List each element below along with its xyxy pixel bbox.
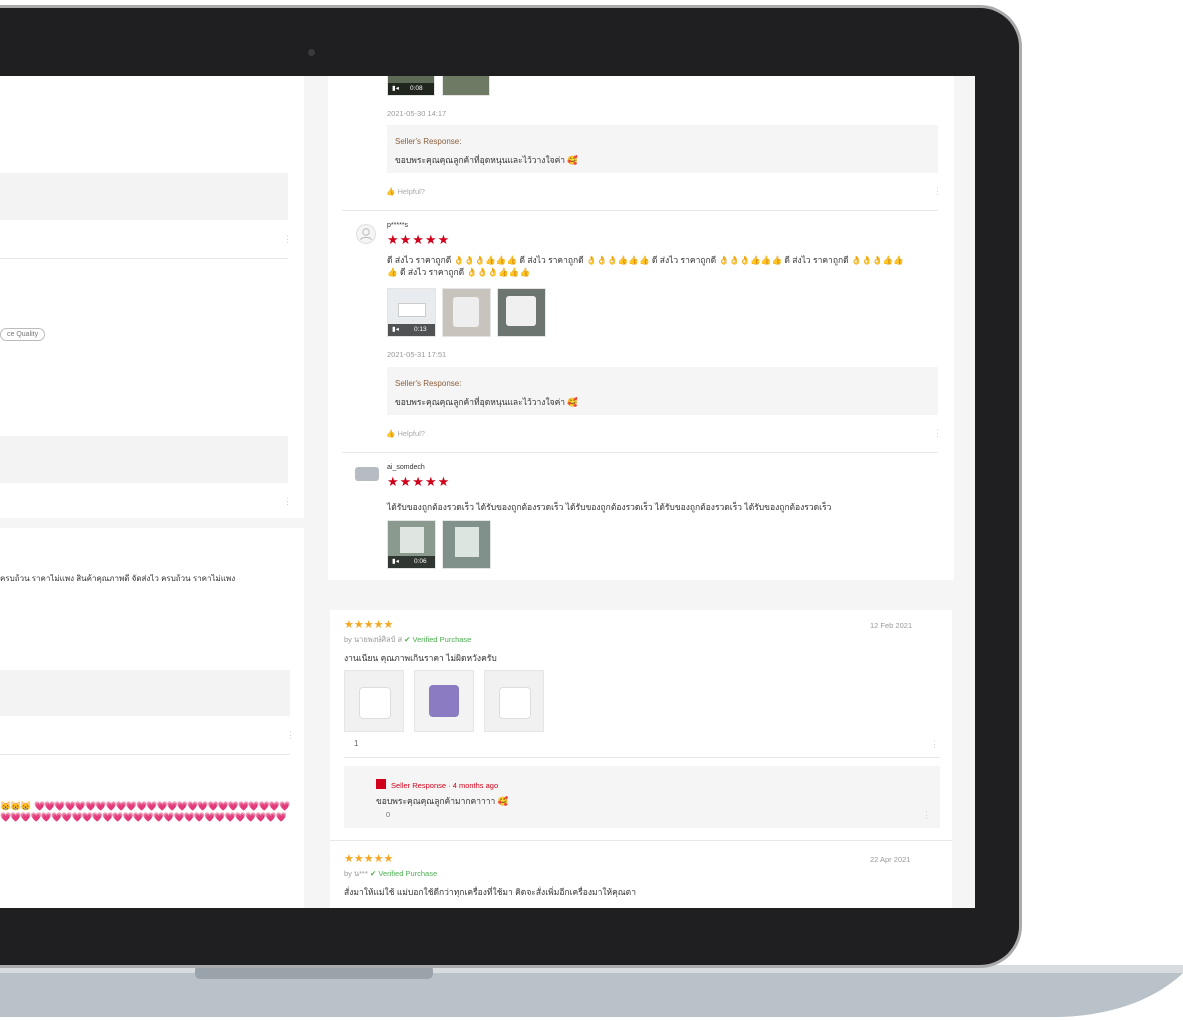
review-text: ครบถ้วน ราคาไม่แพง สินค้าคุณภาพดี จัดส่ง… — [0, 574, 236, 583]
review-video-thumb[interactable]: ▮◂ 0:06 — [387, 520, 436, 569]
verified-check-icon: ✔ — [404, 635, 413, 644]
rating-stars: ★★★★★ — [344, 853, 394, 865]
thumbs-up-icon: 👍 — [386, 429, 398, 438]
tag-pill[interactable]: ce Quality — [0, 328, 46, 341]
hearts-row-1: 💗💗💗💗💗💗💗💗💗💗💗💗💗💗💗💗💗💗💗💗💗💗💗💗💗 — [34, 801, 290, 811]
thumbs-up-icon: 👍 — [386, 187, 398, 196]
review-date: 2021-05-31 17:51 — [387, 350, 447, 359]
reviewer-name: by นายพงษ์ศิลป์ ส — [344, 635, 403, 644]
more-options-icon[interactable]: ⋮ — [922, 810, 931, 821]
seller-response-box: Seller's Response: ขอบพระคุณคุณลูกค้าที่… — [387, 125, 938, 173]
more-options-icon[interactable]: ⋮ — [283, 496, 292, 507]
rating-stars: ★★★★★ — [387, 474, 451, 489]
lazada-review-list: ★★★★★ 12 Feb 2021 by นายพงษ์ศิลป์ ส ✔ Ve… — [330, 610, 952, 908]
left-seller-response-box-3 — [0, 670, 290, 716]
seller-response-text: ขอบพระคุณคุณลูกค้าที่อุดหนุนและไว้วางใจค… — [395, 397, 578, 407]
review-photo-thumb[interactable] — [442, 520, 491, 569]
review-text: งานเนียน คุณภาพเกินราคา ไม่ผิดหวังครับ — [344, 653, 497, 663]
more-options-icon[interactable]: ⋮ — [933, 186, 942, 197]
user-avatar-icon — [356, 224, 376, 244]
hearts-row-2: 💗💗💗💗💗💗💗💗💗💗💗💗💗💗💗💗💗💗💗💗💗💗💗💗💗💗💗💗 — [0, 812, 287, 822]
verified-purchase-label: Verified Purchase — [378, 869, 438, 878]
rating-stars: ★★★★★ — [344, 619, 394, 631]
reviewer-name: p*****s — [387, 222, 409, 229]
more-options-icon[interactable]: ⋮ — [933, 428, 942, 439]
review-text-line-2: 👍 ดี ส่งไว ราคาถูกดี 👌👌👌👍👍👍 — [387, 267, 531, 277]
shopee-review-list: ▮◂ 0:08 2021-05-30 14:17 Seller's Respons… — [328, 76, 954, 580]
reviewer-name: ai_somdech — [387, 464, 425, 471]
review-photo-thumb[interactable] — [344, 670, 404, 732]
review-date: 2021-05-30 14:17 — [387, 109, 447, 118]
review-text: สั่งมาให้แม่ใช้ แม่บอกใช้ดีกว่าทุกเครื่อ… — [344, 887, 636, 897]
seller-response-title: Seller's Response: — [395, 137, 462, 146]
webcam-icon — [308, 49, 315, 56]
review-photo-thumb[interactable] — [442, 76, 490, 96]
review-photo-thumb[interactable] — [484, 670, 544, 732]
seller-response-text: ขอบพระคุณคุณลูกค้าที่อุดหนุนและไว้วางใจค… — [395, 155, 578, 165]
rating-stars: ★★★★★ — [387, 232, 451, 247]
seller-response-text: ขอบพระคุณคุณลูกค้ามากคาาาา 🥰 — [376, 796, 509, 806]
seller-response-box: Seller's Response: ขอบพระคุณคุณลูกค้าที่… — [387, 367, 938, 415]
reviewer-name: by น*** — [344, 869, 368, 878]
review-date: 12 Feb 2021 — [870, 621, 913, 630]
like-count[interactable]: 1 — [354, 739, 358, 748]
left-review-card-2: ครบถ้วน ราคาไม่แพง สินค้าคุณภาพดี จัดส่ง… — [0, 528, 304, 908]
seller-response-box: Seller Response · 4 months ago ขอบพระคุณ… — [344, 766, 940, 828]
screen: ⋮ ce Quality ⋮ ครบถ้วน ราคาไม่แพง สินค้า… — [0, 76, 975, 908]
left-seller-response-box-2 — [0, 436, 288, 483]
verified-purchase-label: Verified Purchase — [412, 635, 472, 644]
review-date: 22 Apr 2021 — [870, 855, 911, 864]
review-video-thumb[interactable]: ▮◂ 0:13 — [387, 288, 436, 337]
review-photo-thumb[interactable] — [414, 670, 474, 732]
helpful-button[interactable]: 👍 Helpful? — [386, 187, 425, 196]
left-seller-response-box — [0, 173, 288, 220]
seller-logo-icon — [376, 779, 386, 789]
seller-response-title: Seller's Response: — [395, 379, 462, 388]
review-video-thumb[interactable]: ▮◂ 0:08 — [387, 76, 435, 96]
review-photo-thumb[interactable] — [497, 288, 546, 337]
review-text: ได้รับของถูกต้องรวดเร็ว ได้รับของถูกต้อง… — [387, 502, 832, 512]
more-options-icon[interactable]: ⋮ — [286, 730, 295, 741]
emoji-row: 😸😸😸 — [0, 801, 32, 811]
helpful-button[interactable]: 👍 Helpful? — [386, 429, 425, 438]
more-options-icon[interactable]: ⋮ — [930, 739, 939, 750]
more-options-icon[interactable]: ⋮ — [283, 234, 292, 245]
seller-response-label: Seller Response · 4 months ago — [391, 781, 499, 790]
laptop-base — [0, 965, 1183, 1017]
left-review-card: ⋮ ce Quality ⋮ — [0, 76, 304, 518]
user-avatar — [355, 467, 379, 481]
review-photo-thumb[interactable] — [442, 288, 491, 337]
seller-like-count[interactable]: 0 — [386, 810, 390, 819]
